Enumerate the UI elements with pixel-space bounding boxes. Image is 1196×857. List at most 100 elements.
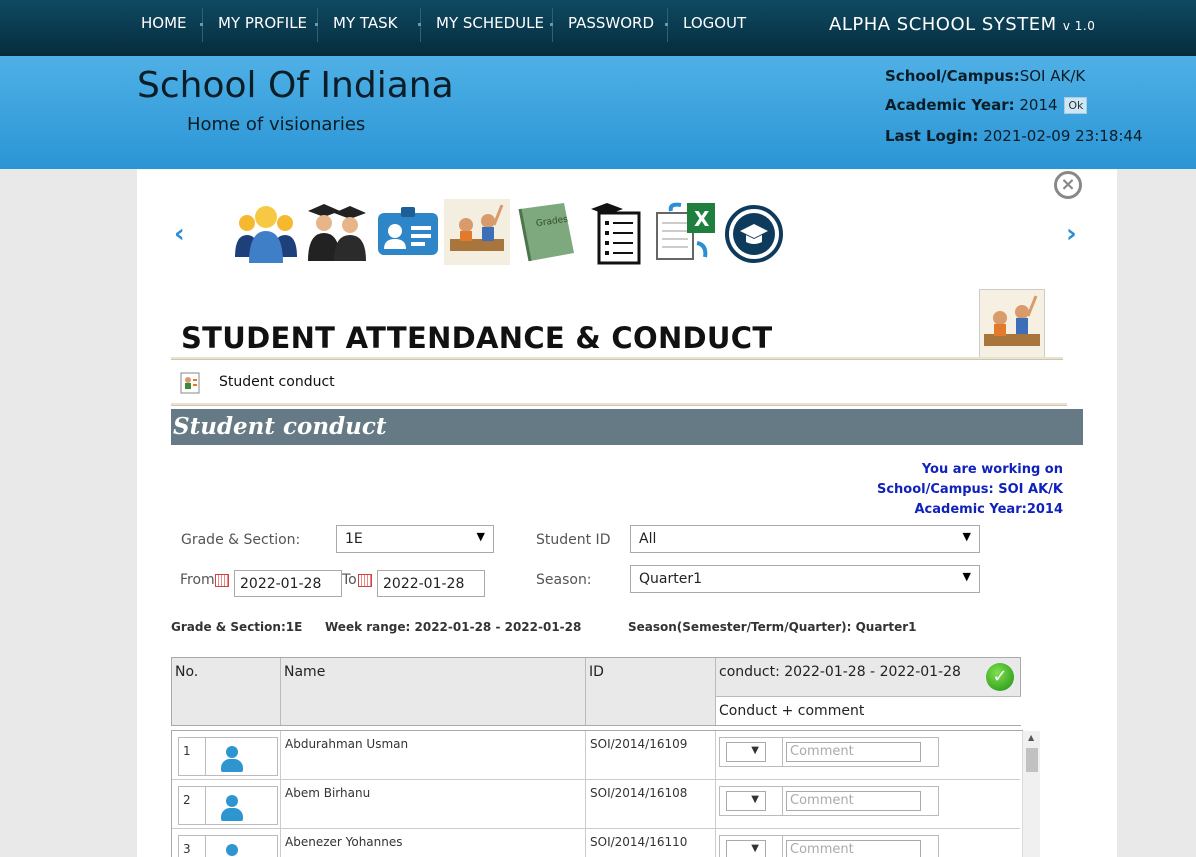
save-check-icon[interactable]: ✓ <box>986 663 1014 691</box>
close-button[interactable]: × <box>1054 171 1082 199</box>
header-no: No. <box>172 658 281 725</box>
grades-book-icon[interactable]: Grades <box>514 199 580 265</box>
table-row: 3 Abenezer Yohannes SOI/2014/16110 ▼ Com… <box>172 829 1020 857</box>
conduct-divider <box>782 787 783 815</box>
last-login-info: Last Login: 2021-02-09 23:18:44 <box>885 127 1143 145</box>
student-name: Abenezer Yohannes <box>281 829 586 857</box>
academic-year-value: 2014 <box>1019 96 1058 114</box>
app-title: ALPHA SCHOOL SYSTEM v 1.0 <box>829 14 1095 35</box>
student-table-body: 1 Abdurahman Usman SOI/2014/16109 ▼ Comm… <box>171 730 1023 857</box>
student-id: SOI/2014/16109 <box>586 731 716 780</box>
season-label: Season: <box>536 572 592 588</box>
student-name: Abdurahman Usman <box>281 731 586 780</box>
summary-season: Season(Semester/Term/Quarter): Quarter1 <box>628 620 917 634</box>
campus-info: School/Campus:SOI AK/K <box>885 67 1085 85</box>
to-date-input[interactable]: 2022-01-28 <box>377 570 485 597</box>
student-name: Abem Birhanu <box>281 780 586 829</box>
nav-my-profile[interactable]: MY PROFILE <box>218 14 307 34</box>
nav-separator <box>665 8 668 42</box>
conduct-cell: ▼ Comment <box>716 731 1020 780</box>
chevron-down-icon: ▼ <box>751 843 759 854</box>
conduct-select[interactable]: ▼ <box>726 742 766 762</box>
breadcrumb-student-conduct[interactable]: Student conduct <box>219 374 335 390</box>
grade-section-label: Grade & Section: <box>181 532 301 548</box>
row-number-box: 2 <box>178 786 278 825</box>
main-panel: × ‹ › Grades X STUDENT ATTENDANCE & COND… <box>137 169 1117 857</box>
from-date-input[interactable]: 2022-01-28 <box>234 570 342 597</box>
school-tagline: Home of visionaries <box>187 114 366 135</box>
academic-year-label: Academic Year: <box>885 96 1015 114</box>
season-select[interactable]: Quarter1 ▼ <box>630 565 980 593</box>
summary-week-range: Week range: 2022-01-28 - 2022-01-28 <box>325 620 582 634</box>
season-value: Quarter1 <box>639 571 702 587</box>
school-name: School Of Indiana <box>137 65 454 106</box>
nav-separator <box>315 8 318 42</box>
conduct-entry: ▼ Comment <box>719 786 939 816</box>
comment-input[interactable]: Comment <box>786 840 921 857</box>
graduation-cap-icon[interactable] <box>721 199 787 265</box>
chevron-down-icon: ▼ <box>751 745 759 756</box>
nav-my-task[interactable]: MY TASK <box>333 14 398 34</box>
top-navigation: HOME MY PROFILE MY TASK MY SCHEDULE PASS… <box>0 0 1196 56</box>
chevron-down-icon: ▼ <box>962 530 971 543</box>
graduates-icon[interactable] <box>304 199 370 265</box>
excel-export-icon[interactable]: X <box>653 199 719 265</box>
working-line-3: Academic Year:2014 <box>914 502 1064 517</box>
campus-label: School/Campus: <box>885 67 1020 85</box>
row-number-divider <box>205 836 206 857</box>
app-title-text: ALPHA SCHOOL SYSTEM <box>829 14 1057 35</box>
student-id-select[interactable]: All ▼ <box>630 525 980 553</box>
header-name: Name <box>281 658 586 725</box>
grade-section-value: 1E <box>345 531 363 547</box>
carousel-next-arrow[interactable]: › <box>1066 219 1077 249</box>
nav-my-schedule[interactable]: MY SCHEDULE <box>436 14 544 34</box>
calendar-icon[interactable] <box>358 574 372 587</box>
student-conduct-icon <box>179 371 203 395</box>
header-id: ID <box>586 658 716 725</box>
chevron-down-icon: ▼ <box>476 530 485 543</box>
section-title: Student conduct <box>173 413 387 440</box>
scroll-up-icon[interactable]: ▲ <box>1028 733 1034 742</box>
working-context: You are working on School/Campus: SOI AK… <box>877 460 1063 520</box>
academic-year-ok-button[interactable]: Ok <box>1064 97 1088 114</box>
id-card-icon[interactable] <box>375 199 441 265</box>
conduct-cell: ▼ Comment <box>716 829 1020 857</box>
calendar-icon[interactable] <box>215 574 229 587</box>
classroom-icon[interactable] <box>444 199 510 265</box>
grade-section-select[interactable]: 1E ▼ <box>336 525 494 553</box>
carousel-prev-arrow[interactable]: ‹ <box>174 219 185 249</box>
nav-home[interactable]: HOME <box>141 14 187 34</box>
last-login-value: 2021-02-09 23:18:44 <box>983 127 1143 145</box>
chevron-down-icon: ▼ <box>962 570 971 583</box>
row-number: 3 <box>183 842 191 856</box>
working-line-2: School/Campus: SOI AK/K <box>876 482 1063 497</box>
people-group-icon[interactable] <box>233 199 299 265</box>
checklist-icon[interactable] <box>585 199 651 265</box>
student-id-label: Student ID <box>536 532 611 548</box>
table-scrollbar[interactable]: ▲ <box>1022 731 1040 857</box>
table-header: No. Name ID conduct: 2022-01-28 - 2022-0… <box>171 657 1021 726</box>
working-line-1: You are working on <box>921 462 1063 477</box>
nav-password[interactable]: PASSWORD <box>568 14 654 34</box>
comment-input[interactable]: Comment <box>786 791 921 811</box>
comment-input[interactable]: Comment <box>786 742 921 762</box>
row-number-cell: 1 <box>172 731 281 780</box>
page-title: STUDENT ATTENDANCE & CONDUCT <box>181 321 773 355</box>
conduct-entry: ▼ Comment <box>719 835 939 857</box>
academic-year-info: Academic Year: 2014 Ok <box>885 96 1088 114</box>
nav-logout[interactable]: LOGOUT <box>683 14 746 34</box>
title-divider <box>171 357 1063 360</box>
table-row: 1 Abdurahman Usman SOI/2014/16109 ▼ Comm… <box>172 731 1020 780</box>
row-number-divider <box>205 738 206 775</box>
avatar-icon <box>221 746 243 772</box>
conduct-select[interactable]: ▼ <box>726 840 766 857</box>
svg-text:X: X <box>694 207 710 231</box>
row-number-box: 1 <box>178 737 278 776</box>
campus-value: SOI AK/K <box>1019 67 1086 85</box>
header-conduct-comment: Conduct + comment <box>716 696 1021 725</box>
conduct-select[interactable]: ▼ <box>726 791 766 811</box>
table-row: 2 Abem Birhanu SOI/2014/16108 ▼ Comment <box>172 780 1020 829</box>
section-header: Student conduct <box>171 409 1083 445</box>
avatar-icon <box>221 795 243 821</box>
scrollbar-thumb[interactable] <box>1026 748 1038 772</box>
